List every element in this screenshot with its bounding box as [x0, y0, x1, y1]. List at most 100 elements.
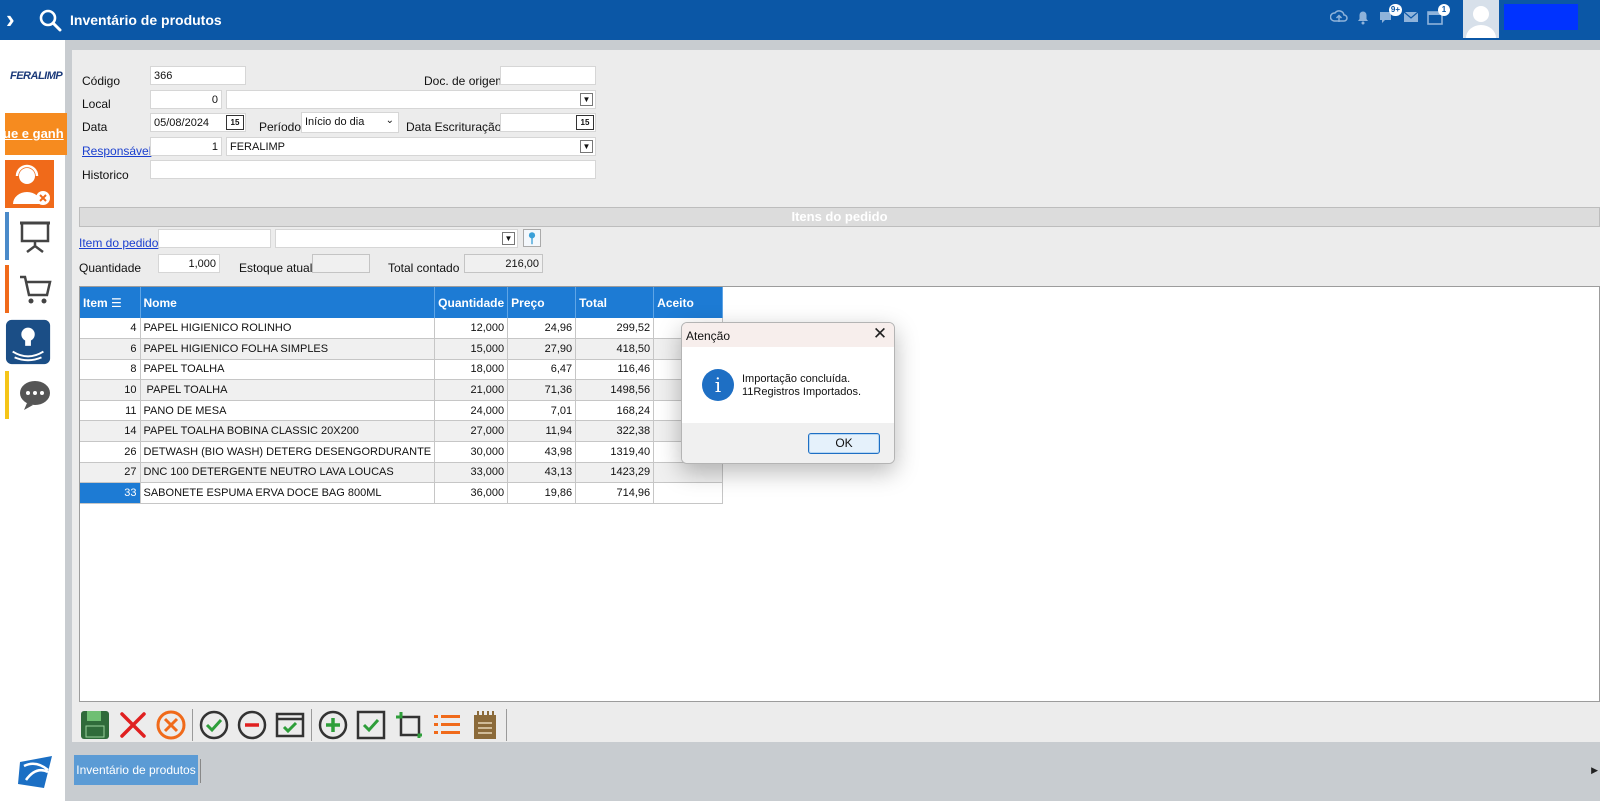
cell-preco[interactable]: 11,94 — [507, 420, 577, 443]
item-pedido-input[interactable] — [158, 229, 271, 248]
user-avatar[interactable] — [1463, 0, 1499, 38]
cell-item[interactable]: 10 — [80, 379, 141, 401]
table-row[interactable]: 4 PAPEL HIGIENICO ROLINHO 12,000 24,96 299,5… — [80, 318, 724, 340]
cell-preco[interactable]: 6,47 — [507, 359, 577, 381]
cell-nome[interactable]: PAPEL HIGIENICO FOLHA SIMPLES — [140, 338, 436, 360]
bell-icon[interactable] — [1354, 8, 1372, 28]
cell-preco[interactable]: 71,36 — [507, 379, 577, 401]
notepad-button[interactable] — [466, 707, 504, 743]
cell-nome[interactable]: PAPEL TOALHA BOBINA CLASSIC 20X200 — [140, 420, 436, 443]
item-pedido-select[interactable]: ▼ — [275, 229, 518, 248]
cell-preco[interactable]: 19,86 — [507, 482, 577, 504]
cell-quantidade[interactable]: 33,000 — [434, 462, 509, 484]
sidebar-item-ideas[interactable] — [5, 318, 55, 366]
close-icon[interactable]: ✕ — [872, 325, 888, 342]
chevron-down-icon[interactable]: ▼ — [502, 232, 515, 245]
cell-quantidade[interactable]: 36,000 — [434, 482, 509, 504]
cell-aceito[interactable] — [653, 462, 724, 484]
cell-total[interactable]: 322,38 — [575, 420, 655, 443]
confirm-button[interactable] — [195, 707, 233, 743]
quantidade-input[interactable]: 1,000 — [158, 254, 220, 273]
table-row[interactable]: 6 PAPEL HIGIENICO FOLHA SIMPLES 15,000 27,9… — [80, 338, 724, 360]
local-select[interactable]: ▼ — [226, 90, 596, 109]
chevron-down-icon[interactable]: ▼ — [580, 93, 593, 106]
cancel-button[interactable] — [152, 707, 190, 743]
delete-button[interactable] — [114, 707, 152, 743]
crop-button[interactable] — [390, 707, 428, 743]
scroll-right-icon[interactable]: ▶ — [1591, 765, 1598, 776]
cell-total[interactable]: 1319,40 — [575, 441, 655, 463]
cell-preco[interactable]: 27,90 — [507, 338, 577, 360]
user-name-box[interactable] — [1504, 4, 1578, 30]
cell-quantidade[interactable]: 21,000 — [434, 379, 509, 401]
cell-quantidade[interactable]: 18,000 — [434, 359, 509, 381]
historico-input[interactable] — [150, 160, 596, 179]
column-header-preco[interactable]: Preço — [507, 287, 577, 318]
item-pedido-link[interactable]: Item do pedido — [79, 236, 158, 250]
doc-origem-input[interactable] — [500, 66, 596, 85]
table-row[interactable]: 14 PAPEL TOALHA BOBINA CLASSIC 20X200 27,0… — [80, 420, 724, 443]
checkbox-button[interactable] — [352, 707, 390, 743]
cell-nome[interactable]: PAPEL TOALHA — [140, 379, 436, 401]
cell-total[interactable]: 418,50 — [575, 338, 655, 360]
sidebar-item-cart[interactable] — [5, 265, 55, 313]
column-header-quantidade[interactable]: Quantidade — [434, 287, 509, 318]
table-row[interactable]: 26 DETWASH (BIO WASH) DETERG DESENGORDURA… — [80, 441, 724, 463]
table-row[interactable]: 27 DNC 100 DETERGENTE NEUTRO LAVA LOUCAS 3… — [80, 462, 724, 484]
responsavel-code-input[interactable]: 1 — [150, 137, 222, 156]
cell-nome[interactable]: PAPEL TOALHA — [140, 359, 436, 381]
cell-aceito[interactable] — [653, 482, 724, 504]
cell-nome[interactable]: DNC 100 DETERGENTE NEUTRO LAVA LOUCAS — [140, 462, 436, 484]
data-escrituracao-input[interactable]: 15 — [500, 113, 596, 132]
tab-inventario[interactable]: Inventário de produtos — [74, 755, 198, 785]
cell-quantidade[interactable]: 12,000 — [434, 318, 509, 340]
app-logo-icon[interactable] — [14, 752, 58, 792]
cell-quantidade[interactable]: 24,000 — [434, 400, 509, 422]
search-icon[interactable] — [38, 8, 62, 32]
cell-item[interactable]: 11 — [80, 400, 141, 422]
cell-item[interactable]: 14 — [80, 420, 141, 443]
table-row[interactable]: 33 SABONETE ESPUMA ERVA DOCE BAG 800ML 36,… — [80, 482, 724, 504]
column-header-nome[interactable]: Nome — [140, 287, 436, 318]
cell-preco[interactable]: 43,98 — [507, 441, 577, 463]
cell-nome[interactable]: SABONETE ESPUMA ERVA DOCE BAG 800ML — [140, 482, 436, 504]
cell-quantidade[interactable]: 30,000 — [434, 441, 509, 463]
cell-nome[interactable]: PAPEL HIGIENICO ROLINHO — [140, 318, 436, 340]
remove-button[interactable] — [233, 707, 271, 743]
column-header-item[interactable]: Item ☰ — [80, 287, 141, 318]
cell-total[interactable]: 1423,29 — [575, 462, 655, 484]
expand-menu-icon[interactable]: › — [6, 6, 28, 32]
column-header-aceito[interactable]: Aceito — [653, 287, 724, 318]
cell-item[interactable]: 33 — [80, 482, 141, 504]
calendar-icon[interactable]: 1 — [1426, 4, 1450, 28]
table-row[interactable]: 11 PANO DE MESA 24,000 7,01 168,24 — [80, 400, 724, 422]
responsavel-link[interactable]: Responsável — [82, 144, 151, 158]
cell-item[interactable]: 27 — [80, 462, 141, 484]
cell-nome[interactable]: PANO DE MESA — [140, 400, 436, 422]
data-input[interactable]: 05/08/2024 15 — [150, 113, 246, 132]
mail-icon[interactable] — [1402, 8, 1420, 28]
cell-quantidade[interactable]: 15,000 — [434, 338, 509, 360]
cell-nome[interactable]: DETWASH (BIO WASH) DETERG DESENGORDURANT… — [140, 441, 436, 463]
cell-quantidade[interactable]: 27,000 — [434, 420, 509, 443]
cell-preco[interactable]: 24,96 — [507, 318, 577, 340]
cell-preco[interactable]: 43,13 — [507, 462, 577, 484]
cell-preco[interactable]: 7,01 — [507, 400, 577, 422]
promo-banner[interactable]: ue e ganh — [5, 113, 67, 155]
save-button[interactable] — [76, 707, 114, 743]
table-row[interactable]: 8 PAPEL TOALHA 18,000 6,47 116,46 — [80, 359, 724, 381]
cell-item[interactable]: 4 — [80, 318, 141, 340]
chat-icon[interactable]: 9+ — [1378, 4, 1402, 28]
cloud-upload-icon[interactable] — [1329, 8, 1348, 28]
table-row[interactable]: 10 PAPEL TOALHA 21,000 71,36 1498,56 — [80, 379, 724, 401]
window-check-button[interactable] — [271, 707, 309, 743]
cell-item[interactable]: 8 — [80, 359, 141, 381]
sidebar-item-messages[interactable] — [5, 371, 55, 419]
cell-item[interactable]: 26 — [80, 441, 141, 463]
add-button[interactable] — [314, 707, 352, 743]
cell-item[interactable]: 6 — [80, 338, 141, 360]
list-button[interactable] — [428, 707, 466, 743]
cell-total[interactable]: 168,24 — [575, 400, 655, 422]
calendar-icon[interactable]: 15 — [576, 115, 594, 130]
codigo-input[interactable]: 366 — [150, 66, 246, 85]
